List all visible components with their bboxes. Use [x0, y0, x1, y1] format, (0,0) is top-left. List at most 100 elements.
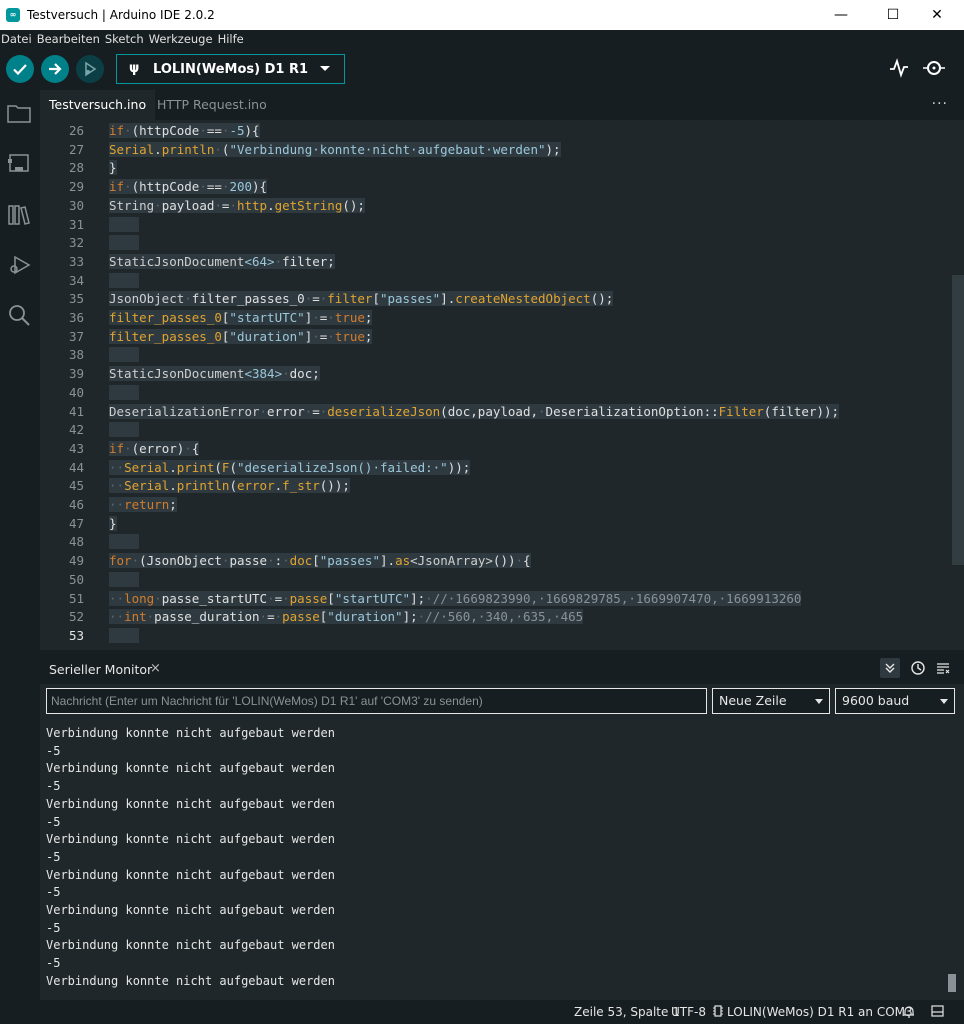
- serial-output-line: -5: [46, 743, 61, 758]
- baud-rate-value: 9600 baud: [842, 693, 910, 708]
- line-number: 37: [68, 328, 84, 344]
- code-line[interactable]: 40: [40, 383, 964, 402]
- maximize-button[interactable]: ☐: [870, 0, 916, 30]
- output-scrollbar-thumb[interactable]: [948, 974, 956, 992]
- code-text: for·(JsonObject·passe·:·doc["passes"].as…: [109, 553, 531, 569]
- serial-output-line: Verbindung konnte nicht aufgebaut werden: [46, 903, 335, 917]
- code-line[interactable]: 33 StaticJsonDocument<64>·filter;: [40, 252, 964, 271]
- code-line[interactable]: 52 ··int·passe_duration·=·passe["duration…: [40, 607, 964, 626]
- code-line[interactable]: 36 filter_passes_0["startUTC"]·=·true;: [40, 308, 964, 327]
- code-text: JsonObject·filter_passes_0·=·filter["pas…: [109, 291, 614, 307]
- code-line[interactable]: 44 ··Serial.print(F("deserializeJson()·fa…: [40, 458, 964, 477]
- timestamp-button[interactable]: [908, 658, 928, 678]
- code-line[interactable]: 34: [40, 271, 964, 290]
- code-text: filter_passes_0["startUTC"]·=·true;: [109, 310, 373, 325]
- arduino-icon: ∞: [6, 8, 20, 22]
- code-line[interactable]: 28}: [40, 158, 964, 177]
- status-bar: Zeile 53, Spalte 1 UTF-8 LOLIN(WeMos) D1…: [0, 1000, 964, 1024]
- code-text: StaticJsonDocument<64>·filter;: [109, 253, 335, 269]
- code-text: ··long·passe_startUTC·=·passe["startUTC"…: [109, 590, 802, 606]
- code-line[interactable]: 41 DeserializationError·error·=·deseriali…: [40, 402, 964, 421]
- clear-output-button[interactable]: [933, 658, 953, 678]
- baud-rate-select[interactable]: 9600 baud: [835, 688, 955, 714]
- clock-icon: [911, 661, 925, 675]
- library-icon[interactable]: [6, 202, 32, 228]
- code-line[interactable]: 47}: [40, 514, 964, 533]
- code-line[interactable]: 35 JsonObject·filter_passes_0·=·filter["p…: [40, 289, 964, 308]
- magnifier-icon: [923, 61, 945, 75]
- menu-datei[interactable]: Datei: [0, 32, 37, 46]
- code-line[interactable]: 31: [40, 215, 964, 234]
- code-text: filter_passes_0["duration"]·=·true;: [109, 328, 373, 344]
- serial-output-line: Verbindung konnte nicht aufgebaut werden: [46, 726, 335, 740]
- code-line[interactable]: 51 ··long·passe_startUTC·=·passe["startUT…: [40, 589, 964, 608]
- bell-icon[interactable]: [903, 1005, 915, 1021]
- cursor-position[interactable]: Zeile 53, Spalte 1: [574, 1005, 680, 1019]
- code-line[interactable]: 46 ··return;: [40, 495, 964, 514]
- code-text: ··Serial.println(error.f_str());: [109, 478, 350, 494]
- serial-output-line: -5: [46, 956, 61, 971]
- file-encoding[interactable]: UTF-8: [671, 1005, 706, 1019]
- code-line[interactable]: 30 String·payload·=·http.getString();: [40, 196, 964, 215]
- minimize-button[interactable]: —: [818, 0, 864, 30]
- serial-output-line: Verbindung konnte nicht aufgebaut werden: [46, 938, 335, 953]
- verify-button[interactable]: [6, 55, 34, 83]
- sidebar: [0, 90, 40, 1000]
- panel-toggle-icon[interactable]: [931, 1005, 944, 1020]
- editor-scrollbar[interactable]: [952, 120, 964, 650]
- line-ending-select[interactable]: Neue Zeile: [712, 688, 830, 714]
- tab-http-request[interactable]: HTTP Request.ino: [148, 90, 276, 120]
- serial-monitor-title[interactable]: Serieller Monitor: [49, 662, 152, 677]
- serial-plotter-button[interactable]: [889, 58, 909, 83]
- line-number: 52: [68, 609, 84, 625]
- autoscroll-button[interactable]: [880, 658, 900, 678]
- line-number: 28: [68, 160, 84, 176]
- code-text: if·(httpCode·==·-5){: [109, 123, 260, 138]
- code-line[interactable]: 27 Serial.println·("Verbindung·konnte·nic…: [40, 140, 964, 159]
- line-number: 45: [68, 478, 84, 494]
- code-line[interactable]: 48: [40, 532, 964, 551]
- board-icon[interactable]: [6, 150, 32, 176]
- serial-output-line: -5: [46, 779, 61, 794]
- folder-icon[interactable]: [6, 100, 32, 126]
- tab-testversuch[interactable]: Testversuch.ino: [40, 90, 156, 120]
- board-port-status[interactable]: LOLIN(WeMos) D1 R1 an COM3: [727, 1005, 913, 1019]
- close-button[interactable]: ✕: [914, 0, 960, 30]
- debug-button[interactable]: [76, 55, 104, 83]
- code-line[interactable]: 45 ··Serial.println(error.f_str());: [40, 476, 964, 495]
- code-line[interactable]: 37 filter_passes_0["duration"]·=·true;: [40, 327, 964, 346]
- menu-bearbeiten[interactable]: Bearbeiten: [37, 32, 105, 46]
- close-icon[interactable]: ×: [150, 661, 161, 676]
- chevron-down-icon: [940, 699, 948, 704]
- code-text: [109, 532, 140, 551]
- serial-monitor-button[interactable]: [922, 58, 946, 83]
- editor-scrollbar-thumb[interactable]: [952, 275, 964, 565]
- line-number: 31: [68, 216, 84, 232]
- serial-message-input[interactable]: Nachricht (Enter um Nachricht für 'LOLIN…: [46, 688, 707, 714]
- code-line[interactable]: 38: [40, 345, 964, 364]
- debug-icon[interactable]: [6, 252, 32, 278]
- code-line[interactable]: 32: [40, 233, 964, 252]
- code-line[interactable]: 53: [40, 626, 964, 645]
- serial-output-line: Verbindung konnte nicht aufgebaut werden: [46, 867, 335, 882]
- code-line[interactable]: 42: [40, 420, 964, 439]
- menu-sketch[interactable]: Sketch: [105, 32, 149, 46]
- code-line[interactable]: 39 StaticJsonDocument<384>·doc;: [40, 364, 964, 383]
- code-line[interactable]: 43 if·(error)·{: [40, 439, 964, 458]
- upload-button[interactable]: [41, 55, 69, 83]
- line-ending-value: Neue Zeile: [719, 693, 787, 708]
- code-line[interactable]: 49 for·(JsonObject·passe·:·doc["passes"].…: [40, 551, 964, 570]
- serial-output-line: Verbindung konnte nicht aufgebaut werden: [46, 973, 335, 988]
- code-text: [109, 233, 140, 252]
- board-selector[interactable]: ψ LOLIN(WeMos) D1 R1: [116, 54, 345, 84]
- menu-hilfe[interactable]: Hilfe: [218, 32, 249, 46]
- chevron-down-icon: [815, 699, 823, 704]
- more-icon[interactable]: ···: [932, 96, 948, 112]
- line-number: 50: [68, 571, 84, 587]
- code-line[interactable]: 26 if·(httpCode·==·-5){: [40, 121, 964, 140]
- code-line[interactable]: 50: [40, 570, 964, 589]
- search-icon[interactable]: [6, 302, 32, 328]
- code-editor[interactable]: 26 if·(httpCode·==·-5){27 Serial.println·(…: [40, 120, 964, 650]
- code-line[interactable]: 29 if·(httpCode·==·200){: [40, 177, 964, 196]
- menu-werkzeuge[interactable]: Werkzeuge: [149, 32, 218, 46]
